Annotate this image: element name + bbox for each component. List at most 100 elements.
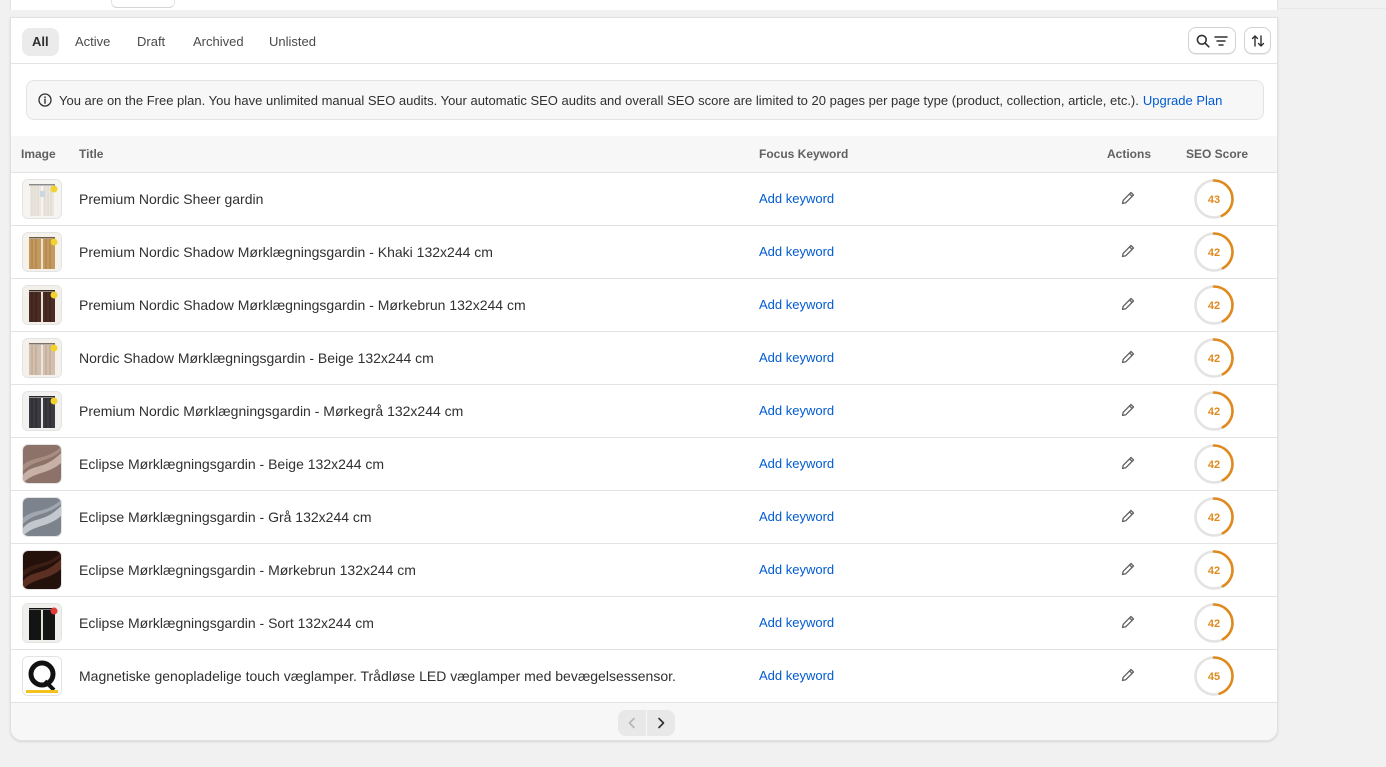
score-value: 45 — [1208, 671, 1220, 683]
product-image[interactable] — [22, 444, 62, 484]
seo-score-badge: 42 — [1193, 549, 1235, 591]
edit-button[interactable] — [1119, 560, 1137, 578]
upgrade-plan-link[interactable]: Upgrade Plan — [1143, 93, 1223, 108]
edit-pencil-icon — [1121, 403, 1135, 417]
sort-button[interactable] — [1244, 27, 1271, 54]
seo-score-badge: 42 — [1193, 496, 1235, 538]
add-keyword-link[interactable]: Add keyword — [759, 562, 834, 577]
seo-score-badge: 42 — [1193, 602, 1235, 644]
edit-button[interactable] — [1119, 454, 1137, 472]
column-header-title: Title — [79, 147, 104, 161]
score-value: 42 — [1208, 353, 1220, 365]
divider-line — [1279, 8, 1386, 9]
score-value: 42 — [1208, 300, 1220, 312]
product-image[interactable] — [22, 497, 62, 537]
product-title[interactable]: Eclipse Mørklægningsgardin - Sort 132x24… — [79, 615, 374, 631]
table-row[interactable]: Premium Nordic Sheer gardin Add keyword 43 — [11, 173, 1277, 226]
product-title[interactable]: Premium Nordic Mørklægningsgardin - Mørk… — [79, 403, 463, 419]
score-value: 42 — [1208, 406, 1220, 418]
add-keyword-link[interactable]: Add keyword — [759, 615, 834, 630]
product-image[interactable] — [22, 179, 62, 219]
product-title[interactable]: Premium Nordic Sheer gardin — [79, 191, 263, 207]
edit-pencil-icon — [1121, 509, 1135, 523]
chevron-left-icon — [628, 717, 635, 729]
table-row[interactable]: Premium Nordic Shadow Mørklægningsgardin… — [11, 226, 1277, 279]
search-icon — [1196, 34, 1210, 48]
filter-icon — [1214, 35, 1228, 46]
score-value: 42 — [1208, 459, 1220, 471]
previous-page-button[interactable] — [618, 710, 646, 736]
add-keyword-link[interactable]: Add keyword — [759, 350, 834, 365]
score-value: 42 — [1208, 618, 1220, 630]
add-keyword-link[interactable]: Add keyword — [759, 456, 834, 471]
edit-button[interactable] — [1119, 242, 1137, 260]
edit-button[interactable] — [1119, 666, 1137, 684]
product-image[interactable] — [22, 232, 62, 272]
table-row[interactable]: Magnetiske genopladelige touch væglamper… — [11, 650, 1277, 703]
product-image[interactable] — [22, 391, 62, 431]
table-header: Image Title Focus Keyword Actions SEO Sc… — [11, 136, 1277, 173]
seo-score-badge: 42 — [1193, 337, 1235, 379]
product-image[interactable] — [22, 338, 62, 378]
product-title[interactable]: Premium Nordic Shadow Mørklægningsgardin… — [79, 244, 493, 260]
tab-active[interactable]: Active — [65, 28, 120, 56]
table-row[interactable]: Eclipse Mørklægningsgardin - Beige 132x2… — [11, 438, 1277, 491]
edit-button[interactable] — [1119, 295, 1137, 313]
products-table-body: Premium Nordic Sheer gardin Add keyword 43… — [11, 173, 1277, 703]
table-row[interactable]: Nordic Shadow Mørklægningsgardin - Beige… — [11, 332, 1277, 385]
plan-info-banner: You are on the Free plan. You have unlim… — [26, 80, 1264, 120]
table-row[interactable]: Eclipse Mørklægningsgardin - Sort 132x24… — [11, 597, 1277, 650]
add-keyword-link[interactable]: Add keyword — [759, 509, 834, 524]
tab-all[interactable]: All — [22, 28, 59, 56]
add-keyword-link[interactable]: Add keyword — [759, 668, 834, 683]
product-title[interactable]: Magnetiske genopladelige touch væglamper… — [79, 668, 676, 684]
edit-button[interactable] — [1119, 348, 1137, 366]
tab-draft[interactable]: Draft — [127, 28, 175, 56]
seo-score-badge: 42 — [1193, 390, 1235, 432]
product-image[interactable] — [22, 285, 62, 325]
edit-pencil-icon — [1121, 191, 1135, 205]
chevron-right-icon — [658, 717, 665, 729]
edit-pencil-icon — [1121, 244, 1135, 258]
product-title[interactable]: Eclipse Mørklægningsgardin - Mørkebrun 1… — [79, 562, 416, 578]
pagination — [618, 710, 675, 736]
product-title[interactable]: Nordic Shadow Mørklægningsgardin - Beige… — [79, 350, 434, 366]
product-image[interactable] — [22, 603, 62, 643]
product-title[interactable]: Eclipse Mørklægningsgardin - Beige 132x2… — [79, 456, 384, 472]
edit-pencil-icon — [1121, 297, 1135, 311]
banner-text: You are on the Free plan. You have unlim… — [59, 92, 1139, 108]
tab-archived[interactable]: Archived — [183, 28, 254, 56]
info-icon — [38, 93, 52, 107]
pagination-bar — [11, 703, 1277, 740]
edit-button[interactable] — [1119, 507, 1137, 525]
edit-pencil-icon — [1121, 615, 1135, 629]
add-keyword-link[interactable]: Add keyword — [759, 297, 834, 312]
score-value: 42 — [1208, 565, 1220, 577]
products-card: All Active Draft Archived Unlisted You a… — [10, 17, 1278, 741]
score-value: 42 — [1208, 247, 1220, 259]
add-keyword-link[interactable]: Add keyword — [759, 191, 834, 206]
tab-unlisted[interactable]: Unlisted — [259, 28, 326, 56]
search-filter-button[interactable] — [1188, 27, 1236, 54]
table-row[interactable]: Premium Nordic Mørklægningsgardin - Mørk… — [11, 385, 1277, 438]
edit-pencil-icon — [1121, 350, 1135, 364]
table-row[interactable]: Premium Nordic Shadow Mørklægningsgardin… — [11, 279, 1277, 332]
add-keyword-link[interactable]: Add keyword — [759, 244, 834, 259]
seo-score-badge: 45 — [1193, 655, 1235, 697]
add-keyword-link[interactable]: Add keyword — [759, 403, 834, 418]
seo-score-badge: 43 — [1193, 178, 1235, 220]
product-image[interactable] — [22, 550, 62, 590]
edit-button[interactable] — [1119, 401, 1137, 419]
product-title[interactable]: Eclipse Mørklægningsgardin - Grå 132x244… — [79, 509, 372, 525]
next-page-button[interactable] — [647, 710, 675, 736]
column-header-actions: Actions — [1107, 147, 1152, 161]
table-row[interactable]: Eclipse Mørklægningsgardin - Mørkebrun 1… — [11, 544, 1277, 597]
score-value: 42 — [1208, 512, 1220, 524]
filter-tabs: All Active Draft Archived Unlisted — [11, 18, 1277, 64]
product-title[interactable]: Premium Nordic Shadow Mørklægningsgardin… — [79, 297, 526, 313]
table-row[interactable]: Eclipse Mørklægningsgardin - Grå 132x244… — [11, 491, 1277, 544]
edit-button[interactable] — [1119, 189, 1137, 207]
edit-button[interactable] — [1119, 613, 1137, 631]
product-image[interactable] — [22, 656, 62, 696]
edit-pencil-icon — [1121, 562, 1135, 576]
